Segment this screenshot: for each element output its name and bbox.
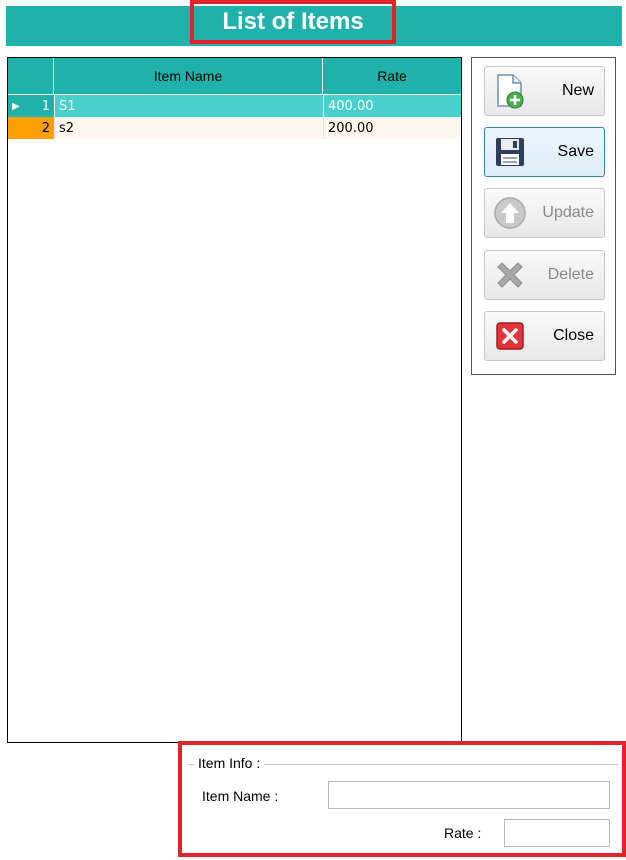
cell-rate[interactable]: 200.00 [323, 117, 461, 139]
item-name-input[interactable] [328, 781, 610, 809]
delete-button-label: Delete [547, 266, 594, 283]
new-document-icon [491, 72, 529, 110]
row-index: 2 [41, 120, 50, 136]
row-header[interactable]: ▶ 1 [8, 95, 54, 117]
cell-rate[interactable]: 400.00 [323, 95, 461, 117]
column-header-item-name[interactable]: Item Name [54, 58, 323, 94]
update-button-label: Update [542, 204, 594, 221]
up-arrow-circle-icon [491, 194, 529, 232]
row-header[interactable]: 2 [8, 117, 54, 139]
item-info-legend: Item Info : [194, 755, 265, 771]
item-name-label: Item Name : [202, 788, 279, 804]
rate-label: Rate : [444, 825, 482, 841]
close-button-label: Close [553, 327, 594, 344]
close-button[interactable]: Close [484, 311, 605, 361]
table-row[interactable]: ▶ 1 S1 400.00 [8, 95, 461, 117]
save-button[interactable]: Save [484, 127, 605, 177]
new-button[interactable]: New [484, 66, 605, 116]
column-header-rate[interactable]: Rate [323, 58, 461, 94]
delete-x-icon [491, 256, 529, 294]
close-icon [491, 317, 529, 355]
action-button-panel: New Save Update Delete Close [471, 57, 616, 375]
page-title-text: List of Items [222, 8, 364, 35]
current-row-arrow-icon: ▶ [12, 100, 20, 112]
item-info-group: Item Info : Item Name : Rate : [178, 741, 626, 857]
grid-header: Item Name Rate [8, 58, 461, 94]
table-row[interactable]: 2 s2 200.00 [8, 117, 461, 139]
update-button[interactable]: Update [484, 188, 605, 238]
delete-button[interactable]: Delete [484, 250, 605, 300]
items-grid[interactable]: Item Name Rate ▶ 1 S1 400.00 2 s2 200.00 [7, 57, 462, 743]
new-button-label: New [561, 82, 594, 99]
row-index: 1 [41, 98, 50, 114]
row-header-corner [8, 58, 54, 94]
rate-input[interactable] [504, 819, 610, 847]
page-title: List of Items [190, 0, 396, 44]
floppy-disk-icon [491, 133, 529, 171]
save-button-label: Save [557, 143, 594, 160]
cell-item-name[interactable]: s2 [54, 117, 323, 139]
cell-item-name[interactable]: S1 [54, 95, 323, 117]
